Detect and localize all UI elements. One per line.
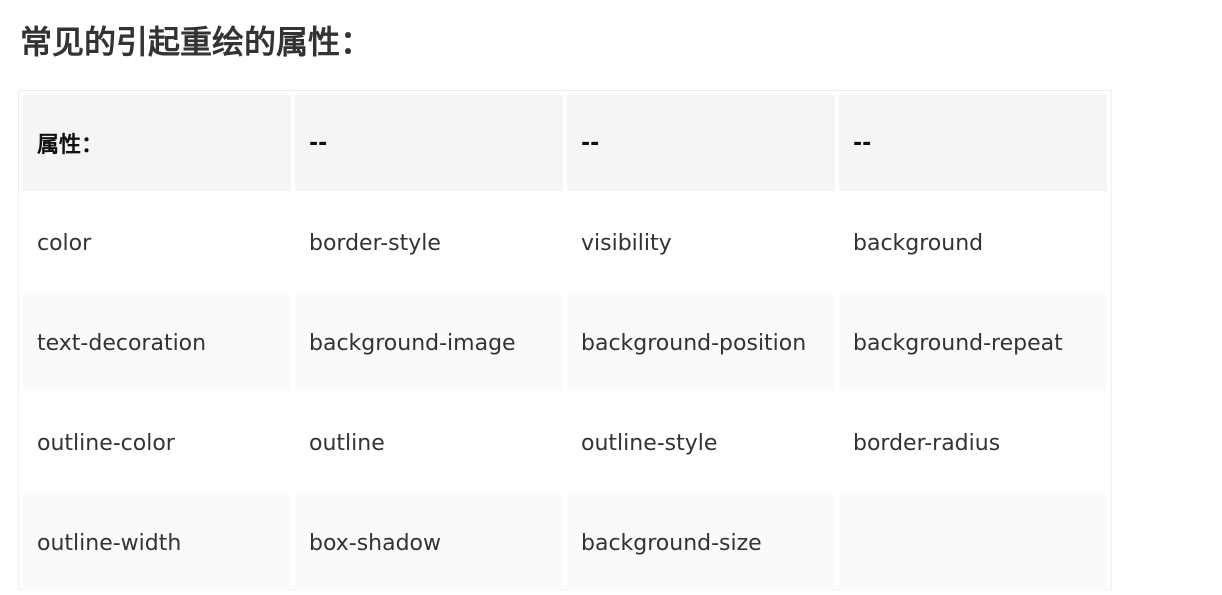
table-row: text-decoration background-image backgro… xyxy=(23,295,1107,391)
table-header-cell: -- xyxy=(295,95,563,191)
properties-table-container: 属性： -- -- -- color border-style visibili… xyxy=(18,90,1112,591)
table-cell: border-style xyxy=(295,195,563,291)
table-cell: background-position xyxy=(567,295,835,391)
table-row: outline-color outline outline-style bord… xyxy=(23,395,1107,491)
table-cell: border-radius xyxy=(839,395,1107,491)
table-cell xyxy=(839,495,1107,591)
table-cell: text-decoration xyxy=(23,295,291,391)
table-header-cell: 属性： xyxy=(23,95,291,191)
table-cell: outline-width xyxy=(23,495,291,591)
table-cell: background-size xyxy=(567,495,835,591)
table-cell: visibility xyxy=(567,195,835,291)
table-cell: outline xyxy=(295,395,563,491)
table-cell: color xyxy=(23,195,291,291)
table-header-cell: -- xyxy=(839,95,1107,191)
table-cell: background xyxy=(839,195,1107,291)
page-heading: 常见的引起重绘的属性： xyxy=(20,23,373,61)
properties-table: 属性： -- -- -- color border-style visibili… xyxy=(19,91,1111,595)
table-row: color border-style visibility background xyxy=(23,195,1107,291)
table-cell: background-image xyxy=(295,295,563,391)
table-header-cell: -- xyxy=(567,95,835,191)
table-header-row: 属性： -- -- -- xyxy=(23,95,1107,191)
table-cell: background-repeat xyxy=(839,295,1107,391)
table-cell: box-shadow xyxy=(295,495,563,591)
table-cell: outline-color xyxy=(23,395,291,491)
table-cell: outline-style xyxy=(567,395,835,491)
table-row: outline-width box-shadow background-size xyxy=(23,495,1107,591)
